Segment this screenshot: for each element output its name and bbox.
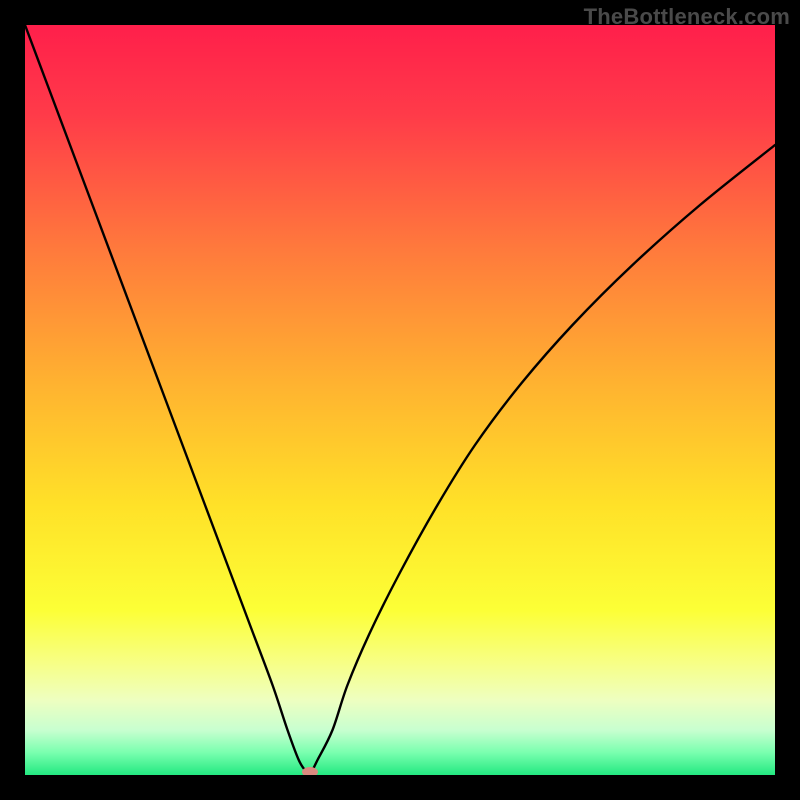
chart-frame: [25, 25, 775, 775]
bottleneck-chart: [25, 25, 775, 775]
gradient-background: [25, 25, 775, 775]
watermark-text: TheBottleneck.com: [584, 4, 790, 30]
